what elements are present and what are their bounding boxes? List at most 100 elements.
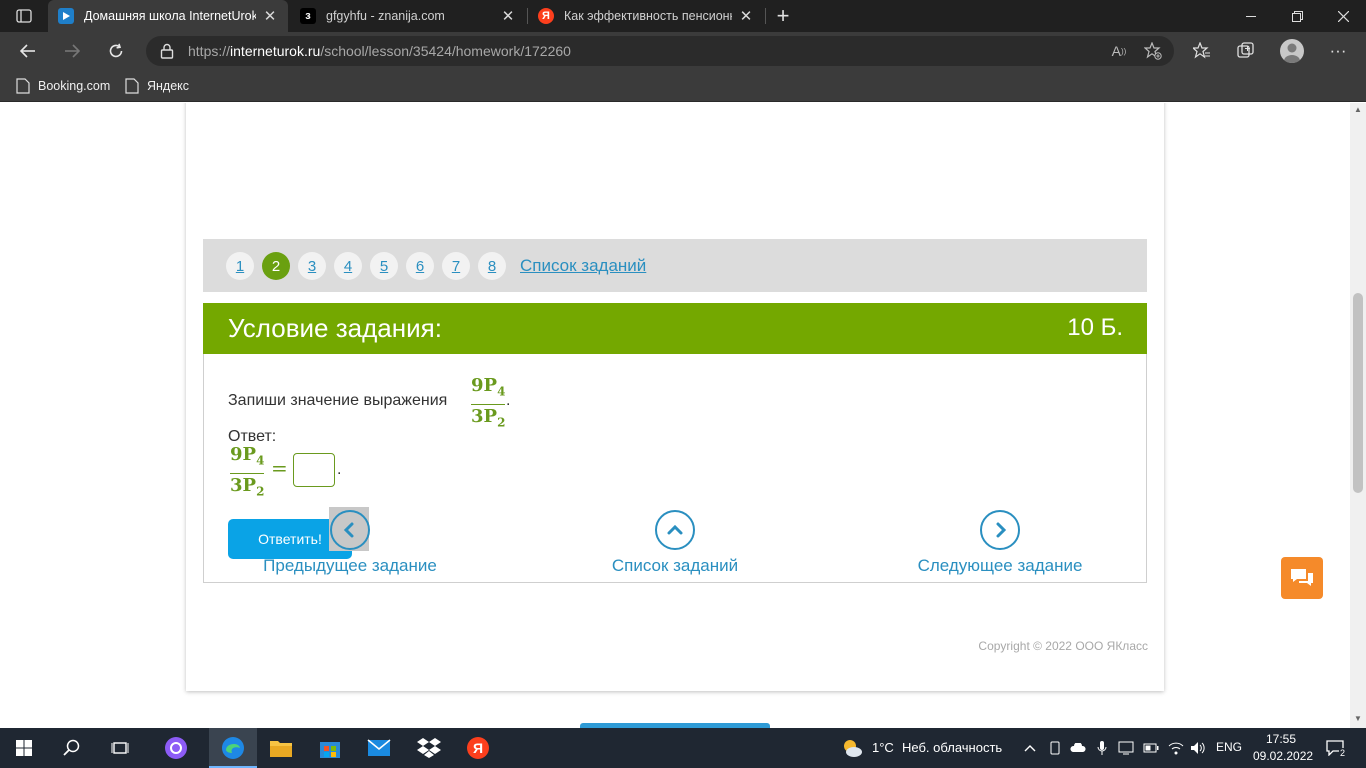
url-host: interneturok.ru xyxy=(230,43,321,59)
task-number-5[interactable]: 5 xyxy=(370,252,398,280)
window-close-icon[interactable] xyxy=(1320,0,1366,32)
answer-math-fraction: 9P4 3P2 xyxy=(230,444,265,503)
read-aloud-icon[interactable]: A)) xyxy=(1108,41,1130,61)
fraction-num-subscript: 4 xyxy=(256,453,265,468)
task-number-4[interactable]: 4 xyxy=(334,252,362,280)
fraction-denominator: 3P xyxy=(230,475,257,497)
weather-icon[interactable] xyxy=(828,728,876,768)
bookmark-label: Яндекс xyxy=(147,79,190,93)
close-icon[interactable]: ✕ xyxy=(500,7,516,25)
chevron-left-icon[interactable] xyxy=(330,510,370,550)
task-list-link[interactable]: Список заданий xyxy=(520,256,646,276)
yandex-browser-icon[interactable]: Я xyxy=(454,728,502,768)
copyright-text: Copyright © 2022 ООО ЯКласс xyxy=(978,639,1148,653)
bookmark-label: Booking.com xyxy=(38,79,111,93)
task-header: Условие задания: 10 Б. xyxy=(203,303,1147,354)
period: . xyxy=(506,392,511,409)
close-icon[interactable]: ✕ xyxy=(738,7,754,25)
dropbox-icon[interactable] xyxy=(405,728,453,768)
tab-yandex-article[interactable]: Я Как эффективность пенсионног ✕ xyxy=(528,0,764,32)
task-number-2[interactable]: 2 xyxy=(262,252,290,280)
chevron-right-icon[interactable] xyxy=(980,510,1020,550)
answer-input[interactable] xyxy=(293,453,335,487)
screen-icon[interactable] xyxy=(1118,740,1134,756)
svg-text:Я: Я xyxy=(473,740,483,756)
scroll-up-icon[interactable]: ▲ xyxy=(1350,105,1366,117)
tab-title: Как эффективность пенсионног xyxy=(564,9,732,23)
bookmark-yandex[interactable]: Яндекс xyxy=(125,76,189,96)
task-number-bar: 1 2 3 4 5 6 7 8 Список заданий xyxy=(203,239,1147,292)
next-task-link[interactable]: Следующее задание xyxy=(880,556,1120,576)
meet-now-icon[interactable] xyxy=(1047,740,1063,756)
volume-icon[interactable] xyxy=(1190,740,1206,756)
task-points: 10 Б. xyxy=(1067,314,1123,341)
language-indicator[interactable]: ENG xyxy=(1216,740,1242,754)
clock-date[interactable]: 09.02.2022 xyxy=(1253,749,1313,763)
chevron-up-icon[interactable] xyxy=(655,510,695,550)
weather-desc[interactable]: Неб. облачность xyxy=(902,740,1002,755)
math-fraction: 9P4 3P2 xyxy=(471,375,506,434)
weather-temp[interactable]: 1°C xyxy=(872,740,894,755)
url-scheme: https:// xyxy=(188,43,231,59)
store-icon[interactable] xyxy=(306,728,354,768)
task-header-title: Условие задания: xyxy=(228,313,442,343)
chevron-up-icon[interactable] xyxy=(1022,740,1038,756)
cloud-icon[interactable] xyxy=(1070,740,1086,756)
task-number-7[interactable]: 7 xyxy=(442,252,470,280)
tab-title: Домашняя школа InternetUrok.r xyxy=(84,9,256,23)
chat-icon[interactable] xyxy=(1281,557,1323,599)
edge-icon[interactable] xyxy=(209,728,257,768)
yandex-icon: Я xyxy=(538,8,554,24)
file-explorer-icon[interactable] xyxy=(257,728,305,768)
tab-actions-icon[interactable] xyxy=(0,0,48,32)
fraction-num-subscript: 4 xyxy=(497,384,506,399)
collections-icon[interactable] xyxy=(1232,37,1260,65)
alice-icon[interactable] xyxy=(152,728,200,768)
task-number-3[interactable]: 3 xyxy=(298,252,326,280)
fraction-numerator: 9P xyxy=(471,375,498,396)
task-view-icon[interactable] xyxy=(96,728,144,768)
url-text[interactable]: https://interneturok.ru/school/lesson/35… xyxy=(188,43,571,59)
page-viewport: 1 2 3 4 5 6 7 8 Список заданий Условие з… xyxy=(0,103,1350,728)
prev-task-link[interactable]: Предыдущее задание xyxy=(230,556,470,576)
windows-start-icon[interactable] xyxy=(0,728,48,768)
scroll-down-icon[interactable]: ▼ xyxy=(1350,714,1366,726)
tab-internetrurok[interactable]: Домашняя школа InternetUrok.r ✕ xyxy=(48,0,288,32)
tab-znanija[interactable]: з gfgyhfu - znanija.com ✕ xyxy=(290,0,526,32)
znanija-icon: з xyxy=(300,8,316,24)
task-number-8[interactable]: 8 xyxy=(478,252,506,280)
task-number-6[interactable]: 6 xyxy=(406,252,434,280)
search-icon[interactable] xyxy=(48,728,96,768)
fraction-denominator: 3P xyxy=(471,406,498,428)
interneturok-icon xyxy=(58,8,74,24)
clock-time[interactable]: 17:55 xyxy=(1266,732,1296,746)
close-icon[interactable]: ✕ xyxy=(262,7,278,25)
minimize-icon[interactable] xyxy=(1228,0,1274,32)
task-number-1[interactable]: 1 xyxy=(226,252,254,280)
lock-icon[interactable] xyxy=(160,43,174,59)
bookmark-booking[interactable]: Booking.com xyxy=(16,76,110,96)
mail-icon[interactable] xyxy=(355,728,403,768)
period: . xyxy=(337,461,342,478)
more-menu-icon[interactable]: ··· xyxy=(1324,37,1352,65)
restore-icon[interactable] xyxy=(1274,0,1320,32)
add-favorite-icon[interactable] xyxy=(1142,41,1164,61)
task-list-bottom-link[interactable]: Список заданий xyxy=(555,556,795,576)
forward-button[interactable] xyxy=(56,35,88,67)
scroll-thumb[interactable] xyxy=(1353,293,1363,493)
page-scrollbar[interactable]: ▲ ▼ xyxy=(1350,103,1366,728)
microphone-icon[interactable] xyxy=(1094,740,1110,756)
address-bar[interactable]: https://interneturok.ru/school/lesson/35… xyxy=(146,36,1174,66)
browser-toolbar: https://interneturok.ru/school/lesson/35… xyxy=(0,32,1366,70)
battery-icon[interactable] xyxy=(1143,740,1159,756)
wifi-icon[interactable] xyxy=(1168,740,1184,756)
fraction-den-subscript: 2 xyxy=(256,484,265,499)
favorites-icon[interactable] xyxy=(1188,37,1216,65)
tab-title: gfgyhfu - znanija.com xyxy=(326,9,445,23)
profile-avatar[interactable] xyxy=(1280,39,1304,63)
new-tab-button[interactable]: + xyxy=(770,0,796,32)
windows-taskbar: Я 1°C Неб. облачность ENG 17:55 09.02.20… xyxy=(0,728,1366,768)
fraction-numerator: 9P xyxy=(230,444,257,465)
refresh-button[interactable] xyxy=(100,35,132,67)
back-button[interactable] xyxy=(12,35,44,67)
